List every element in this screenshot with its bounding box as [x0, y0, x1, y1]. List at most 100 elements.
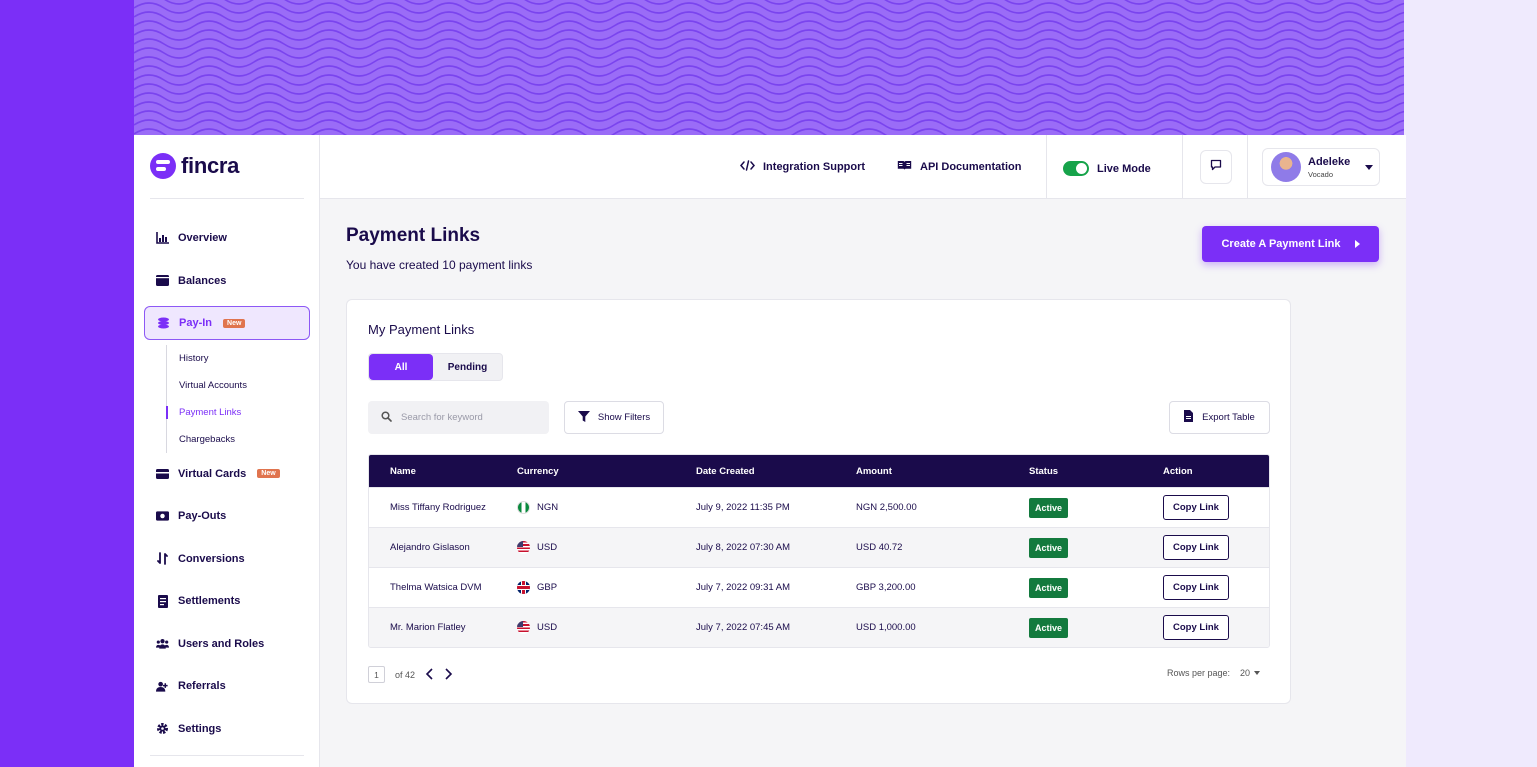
sidebar-item-pay-in[interactable]: Pay-In New — [144, 306, 310, 340]
wave-banner — [134, 0, 1404, 135]
sidebar: fincra Overview Balances Pay-In New Hist… — [134, 135, 320, 767]
column-header-status[interactable]: Status — [1029, 466, 1163, 477]
copy-link-button[interactable]: Copy Link — [1163, 575, 1229, 600]
rows-per-page-select[interactable]: 20 — [1240, 668, 1250, 678]
toggle-switch[interactable] — [1063, 161, 1089, 176]
chart-icon — [156, 232, 169, 245]
cell-name: Thelma Watsica DVM — [390, 582, 482, 593]
chat-icon — [1210, 158, 1222, 176]
create-payment-link-button[interactable]: Create A Payment Link — [1202, 226, 1379, 262]
rows-per-page-label: Rows per page: — [1167, 668, 1231, 678]
wave-line — [134, 110, 1404, 122]
wallet-icon — [156, 274, 169, 287]
table-row[interactable]: Miss Tiffany Rodriguez NGN July 9, 2022 … — [369, 487, 1269, 527]
sidebar-item-label: Conversions — [178, 552, 245, 565]
chevron-down-icon[interactable] — [1254, 671, 1261, 675]
subnav-item-chargebacks[interactable]: Chargebacks — [179, 426, 310, 453]
header-separator — [1046, 135, 1047, 199]
subnav-item-history[interactable]: History — [179, 345, 310, 372]
copy-link-button[interactable]: Copy Link — [1163, 535, 1229, 560]
sidebar-item-pay-outs[interactable]: Pay-Outs — [144, 499, 310, 533]
sidebar-item-balances[interactable]: Balances — [144, 264, 310, 298]
cell-currency: GBP — [517, 581, 696, 594]
sidebar-item-users-and-roles[interactable]: Users and Roles — [144, 627, 310, 661]
chat-button[interactable] — [1200, 150, 1232, 184]
table-row[interactable]: Alejandro Gislason USD July 8, 2022 07:3… — [369, 527, 1269, 567]
column-header-action: Action — [1163, 465, 1193, 477]
cell-action: Copy Link — [1163, 575, 1269, 600]
sidebar-item-label: Settings — [178, 722, 222, 735]
wave-line — [134, 65, 1404, 77]
cell-currency: USD — [517, 621, 696, 634]
tab-pending[interactable]: Pending — [433, 354, 502, 380]
sidebar-item-virtual-cards[interactable]: Virtual Cards New — [144, 457, 310, 491]
tab-all[interactable]: All — [369, 354, 433, 380]
table-row[interactable]: Mr. Marion Flatley USD July 7, 2022 07:4… — [369, 607, 1269, 647]
cell-amount: GBP 3,200.00 — [856, 582, 916, 593]
sidebar-item-settings[interactable]: Settings — [144, 712, 310, 746]
exchange-icon — [156, 552, 169, 565]
show-filters-label: Show Filters — [597, 412, 651, 423]
wave-line — [134, 2, 1404, 14]
show-filters-button[interactable]: Show Filters — [564, 401, 664, 434]
file-icon — [1184, 410, 1194, 425]
column-header-name[interactable]: Name — [369, 466, 517, 477]
chevron-right-icon[interactable] — [444, 667, 453, 682]
currency-code: GBP — [537, 582, 558, 593]
payment-links-card: My Payment Links All Pending Show Filter… — [346, 299, 1291, 704]
page-number-input[interactable]: 1 — [368, 666, 385, 683]
live-mode-toggle[interactable]: Live Mode — [1063, 161, 1151, 176]
table-row[interactable]: Thelma Watsica DVM GBP July 7, 2022 09:3… — [369, 567, 1269, 607]
copy-link-button[interactable]: Copy Link — [1163, 495, 1229, 520]
logo[interactable]: fincra — [150, 153, 239, 179]
subnav-item-virtual-accounts[interactable]: Virtual Accounts — [179, 372, 310, 399]
search-input[interactable] — [401, 412, 531, 423]
coins-icon — [157, 317, 170, 330]
column-header-date[interactable]: Date Created — [696, 466, 856, 477]
status-badge: Active — [1029, 497, 1069, 518]
integration-support-link[interactable]: Integration Support — [740, 160, 865, 174]
column-header-currency[interactable]: Currency — [517, 466, 696, 477]
sidebar-item-label: Referrals — [178, 680, 226, 692]
header-separator — [1182, 135, 1183, 199]
cell-action: Copy Link — [1163, 615, 1269, 640]
create-button-label: Create A Payment Link — [1221, 238, 1341, 250]
cell-currency: USD — [517, 541, 696, 554]
sidebar-item-overview[interactable]: Overview — [144, 221, 310, 255]
sidebar-item-referrals[interactable]: Referrals — [144, 669, 310, 703]
export-table-button[interactable]: Export Table — [1169, 401, 1270, 434]
subnav-item-payment-links[interactable]: Payment Links — [166, 399, 310, 426]
wave-line — [134, 29, 1404, 41]
copy-link-button[interactable]: Copy Link — [1163, 615, 1229, 640]
status-badge: Active — [1029, 577, 1069, 598]
wave-line — [134, 20, 1404, 32]
api-documentation-link[interactable]: API Documentation — [897, 160, 1021, 174]
live-mode-label: Live Mode — [1097, 162, 1151, 175]
status-badge: Active — [1029, 537, 1069, 558]
sidebar-item-label: Virtual Cards — [178, 467, 247, 480]
new-badge: New — [257, 469, 280, 478]
cell-status: Active — [1029, 537, 1163, 558]
chevron-left-icon[interactable] — [425, 667, 434, 682]
sidebar-item-conversions[interactable]: Conversions — [144, 542, 310, 576]
arrow-right-icon — [1354, 240, 1360, 248]
wave-line — [134, 38, 1404, 50]
sidebar-item-settlements[interactable]: Settlements — [144, 584, 310, 618]
flag-us-icon — [517, 621, 530, 634]
currency-code: NGN — [537, 502, 559, 513]
flag-us-icon — [517, 541, 530, 554]
cell-name: Miss Tiffany Rodriguez — [390, 502, 486, 513]
wave-line — [134, 56, 1404, 68]
user-company: Vocado — [1308, 169, 1334, 179]
wave-line — [134, 11, 1404, 23]
export-table-label: Export Table — [1202, 412, 1255, 423]
top-bar: Integration Support API Documentation Li… — [320, 135, 1406, 199]
flag-gb-icon — [517, 581, 530, 594]
sidebar-item-label: Pay-Outs — [178, 510, 227, 522]
wave-line — [134, 74, 1404, 86]
currency-code: USD — [537, 622, 558, 633]
profile-menu[interactable]: Adeleke Vocado — [1262, 148, 1380, 186]
card-icon — [156, 467, 169, 480]
cell-status: Active — [1029, 617, 1163, 638]
column-header-amount[interactable]: Amount — [856, 466, 1029, 477]
